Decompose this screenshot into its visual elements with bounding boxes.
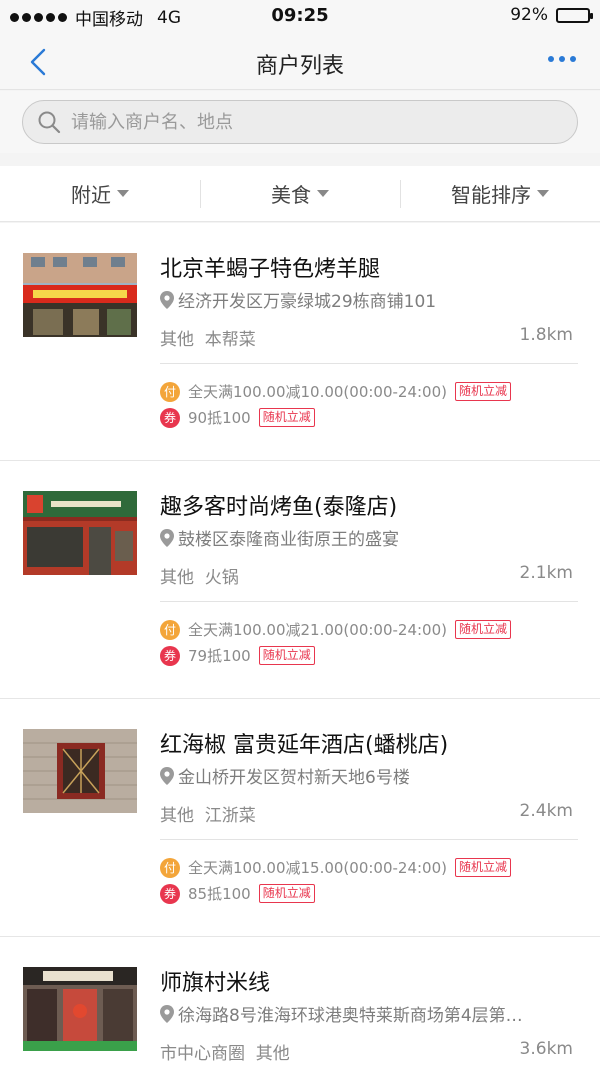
location-pin-icon [160, 1004, 174, 1023]
promo-pay-text: 全天满100.00减15.00(00:00-24:00) [188, 859, 447, 877]
divider [160, 363, 578, 364]
merchant-photo [23, 491, 137, 575]
filter-category[interactable]: 美食 [200, 166, 400, 221]
filter-category-label: 美食 [271, 183, 311, 207]
promo-coupon: 券 85抵100 随机立减 [160, 883, 315, 904]
merchant-name: 趣多客时尚烤鱼(泰隆店) [160, 495, 398, 520]
pay-badge-icon: 付 [160, 857, 180, 878]
merchant-distance: 3.6km [519, 1039, 573, 1059]
pay-badge-icon: 付 [160, 619, 180, 640]
coupon-badge-icon: 券 [160, 645, 180, 666]
navigation-bar: 商户列表 [0, 34, 600, 90]
merchant-card[interactable]: 师旗村米线 徐海路8号淮海环球港奥特莱斯商场第4层第… 市中心商圈 其他 3.6… [0, 937, 600, 1067]
filter-nearby[interactable]: 附近 [0, 166, 200, 221]
promo-pay: 付 全天满100.00减21.00(00:00-24:00) 随机立减 [160, 619, 512, 640]
merchant-address: 经济开发区万豪绿城29栋商铺101 [160, 287, 585, 312]
merchant-tags: 其他 江浙菜 [160, 806, 256, 826]
promo-coupon-text: 85抵100 [188, 885, 251, 903]
merchant-address-text: 鼓楼区泰隆商业街原王的盛宴 [178, 530, 399, 550]
search-area [0, 91, 600, 153]
merchant-address: 徐海路8号淮海环球港奥特莱斯商场第4层第… [160, 1001, 585, 1026]
merchant-address: 金山桥开发区贺村新天地6号楼 [160, 763, 585, 788]
random-discount-tag: 随机立减 [258, 646, 315, 665]
merchant-name: 北京羊蝎子特色烤羊腿 [160, 257, 381, 282]
random-discount-tag: 随机立减 [258, 884, 315, 903]
filter-sort-label: 智能排序 [451, 183, 531, 207]
filter-nearby-label: 附近 [71, 183, 111, 207]
merchant-photo [23, 253, 137, 337]
pay-badge-icon: 付 [160, 381, 180, 402]
promo-pay-text: 全天满100.00减21.00(00:00-24:00) [188, 621, 447, 639]
caret-down-icon [537, 190, 549, 197]
merchant-card[interactable]: 北京羊蝎子特色烤羊腿 经济开发区万豪绿城29栋商铺101 其他 本帮菜 1.8k… [0, 223, 600, 461]
promo-coupon: 券 79抵100 随机立减 [160, 645, 315, 666]
filter-bar: 附近 美食 智能排序 [0, 166, 600, 222]
merchant-distance: 1.8km [519, 325, 573, 345]
merchant-address-text: 经济开发区万豪绿城29栋商铺101 [178, 292, 437, 312]
merchant-photo [23, 729, 137, 813]
merchant-list: 北京羊蝎子特色烤羊腿 经济开发区万豪绿城29栋商铺101 其他 本帮菜 1.8k… [0, 223, 600, 1067]
merchant-card[interactable]: 红海椒 富贵延年酒店(蟠桃店) 金山桥开发区贺村新天地6号楼 其他 江浙菜 2.… [0, 699, 600, 937]
random-discount-tag: 随机立减 [455, 382, 512, 401]
promo-coupon: 券 90抵100 随机立减 [160, 407, 315, 428]
merchant-address: 鼓楼区泰隆商业街原王的盛宴 [160, 525, 585, 550]
caret-down-icon [117, 190, 129, 197]
promo-pay: 付 全天满100.00减15.00(00:00-24:00) 随机立减 [160, 857, 512, 878]
merchant-address-text: 金山桥开发区贺村新天地6号楼 [178, 768, 410, 788]
divider [160, 839, 578, 840]
more-options-icon[interactable] [548, 56, 576, 62]
merchant-tags: 其他 火锅 [160, 568, 239, 588]
coupon-badge-icon: 券 [160, 883, 180, 904]
location-pin-icon [160, 290, 174, 309]
promo-coupon-text: 90抵100 [188, 409, 251, 427]
merchant-name: 红海椒 富贵延年酒店(蟠桃店) [160, 733, 449, 758]
merchant-address-text: 徐海路8号淮海环球港奥特莱斯商场第4层第… [178, 1006, 523, 1026]
promo-pay-text: 全天满100.00减10.00(00:00-24:00) [188, 383, 447, 401]
promo-pay: 付 全天满100.00减10.00(00:00-24:00) 随机立减 [160, 381, 512, 402]
battery-percent: 92% [510, 5, 548, 25]
merchant-distance: 2.4km [519, 801, 573, 821]
location-pin-icon [160, 528, 174, 547]
merchant-card[interactable]: 趣多客时尚烤鱼(泰隆店) 鼓楼区泰隆商业街原王的盛宴 其他 火锅 2.1km 付… [0, 461, 600, 699]
divider [160, 601, 578, 602]
battery-icon [556, 7, 593, 23]
promo-coupon-text: 79抵100 [188, 647, 251, 665]
search-icon [38, 111, 61, 134]
caret-down-icon [317, 190, 329, 197]
search-input[interactable] [71, 111, 551, 133]
merchant-distance: 2.1km [519, 563, 573, 583]
merchant-photo [23, 967, 137, 1051]
filter-sort[interactable]: 智能排序 [400, 166, 600, 221]
coupon-badge-icon: 券 [160, 407, 180, 428]
merchant-name: 师旗村米线 [160, 971, 271, 996]
random-discount-tag: 随机立减 [455, 620, 512, 639]
search-box[interactable] [22, 100, 578, 144]
location-pin-icon [160, 766, 174, 785]
merchant-tags: 市中心商圈 其他 [160, 1044, 290, 1064]
random-discount-tag: 随机立减 [258, 408, 315, 427]
status-bar: 中国移动 4G 09:25 92% [0, 0, 600, 34]
page-title: 商户列表 [255, 54, 344, 79]
random-discount-tag: 随机立减 [455, 858, 512, 877]
merchant-tags: 其他 本帮菜 [160, 330, 256, 350]
